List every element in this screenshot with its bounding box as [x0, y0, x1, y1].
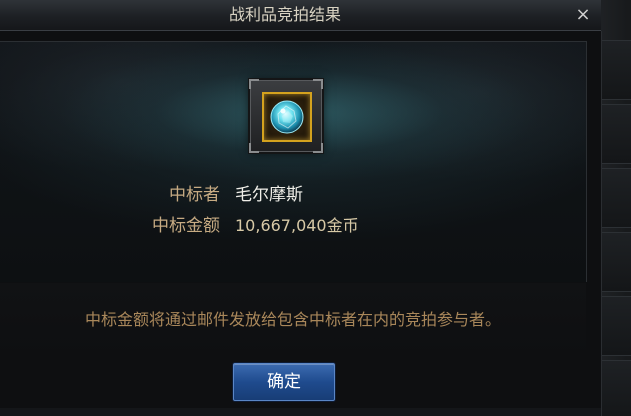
- amount-label: 中标金额: [152, 216, 220, 236]
- winner-name: 毛尔摩斯: [235, 185, 303, 205]
- background-slot: [599, 168, 631, 228]
- amount-row: 中标金额 10,667,040金币: [0, 213, 586, 239]
- background-slot: [599, 104, 631, 164]
- frame-corner: [249, 143, 259, 153]
- amount-value: 10,667,040金币: [235, 216, 359, 235]
- dialog-bottom-edge: [0, 408, 601, 416]
- notice-text: 中标金额将通过邮件发放给包含中标者在内的竞拍参与者。: [0, 283, 586, 357]
- auction-result-screen: 战利品竞拍结果 × 中标者 毛尔摩斯 中标金额 10,667,040金币 中标金…: [0, 0, 631, 416]
- frame-corner: [249, 79, 259, 89]
- winner-row: 中标者 毛尔摩斯: [0, 182, 586, 208]
- dialog-title-bar[interactable]: 战利品竞拍结果 ×: [0, 0, 601, 31]
- item-frame[interactable]: [249, 79, 323, 153]
- close-icon: ×: [575, 4, 591, 25]
- result-scene: 中标者 毛尔摩斯 中标金额 10,667,040金币: [0, 41, 587, 282]
- confirm-button[interactable]: 确定: [233, 363, 335, 401]
- background-slot: [599, 232, 631, 292]
- background-slot: [599, 296, 631, 356]
- item-slot: [262, 92, 312, 142]
- frame-corner: [313, 79, 323, 89]
- blue-gem-icon: [270, 100, 304, 134]
- frame-corner: [313, 143, 323, 153]
- background-slot: [599, 360, 631, 416]
- auction-result-panel: 中标者 毛尔摩斯 中标金额 10,667,040金币 中标金额将通过邮件发放给包…: [0, 31, 602, 416]
- close-button[interactable]: ×: [572, 5, 594, 25]
- background-slot: [599, 40, 631, 100]
- winner-label: 中标者: [169, 185, 220, 205]
- dialog-title: 战利品竞拍结果: [228, 5, 341, 24]
